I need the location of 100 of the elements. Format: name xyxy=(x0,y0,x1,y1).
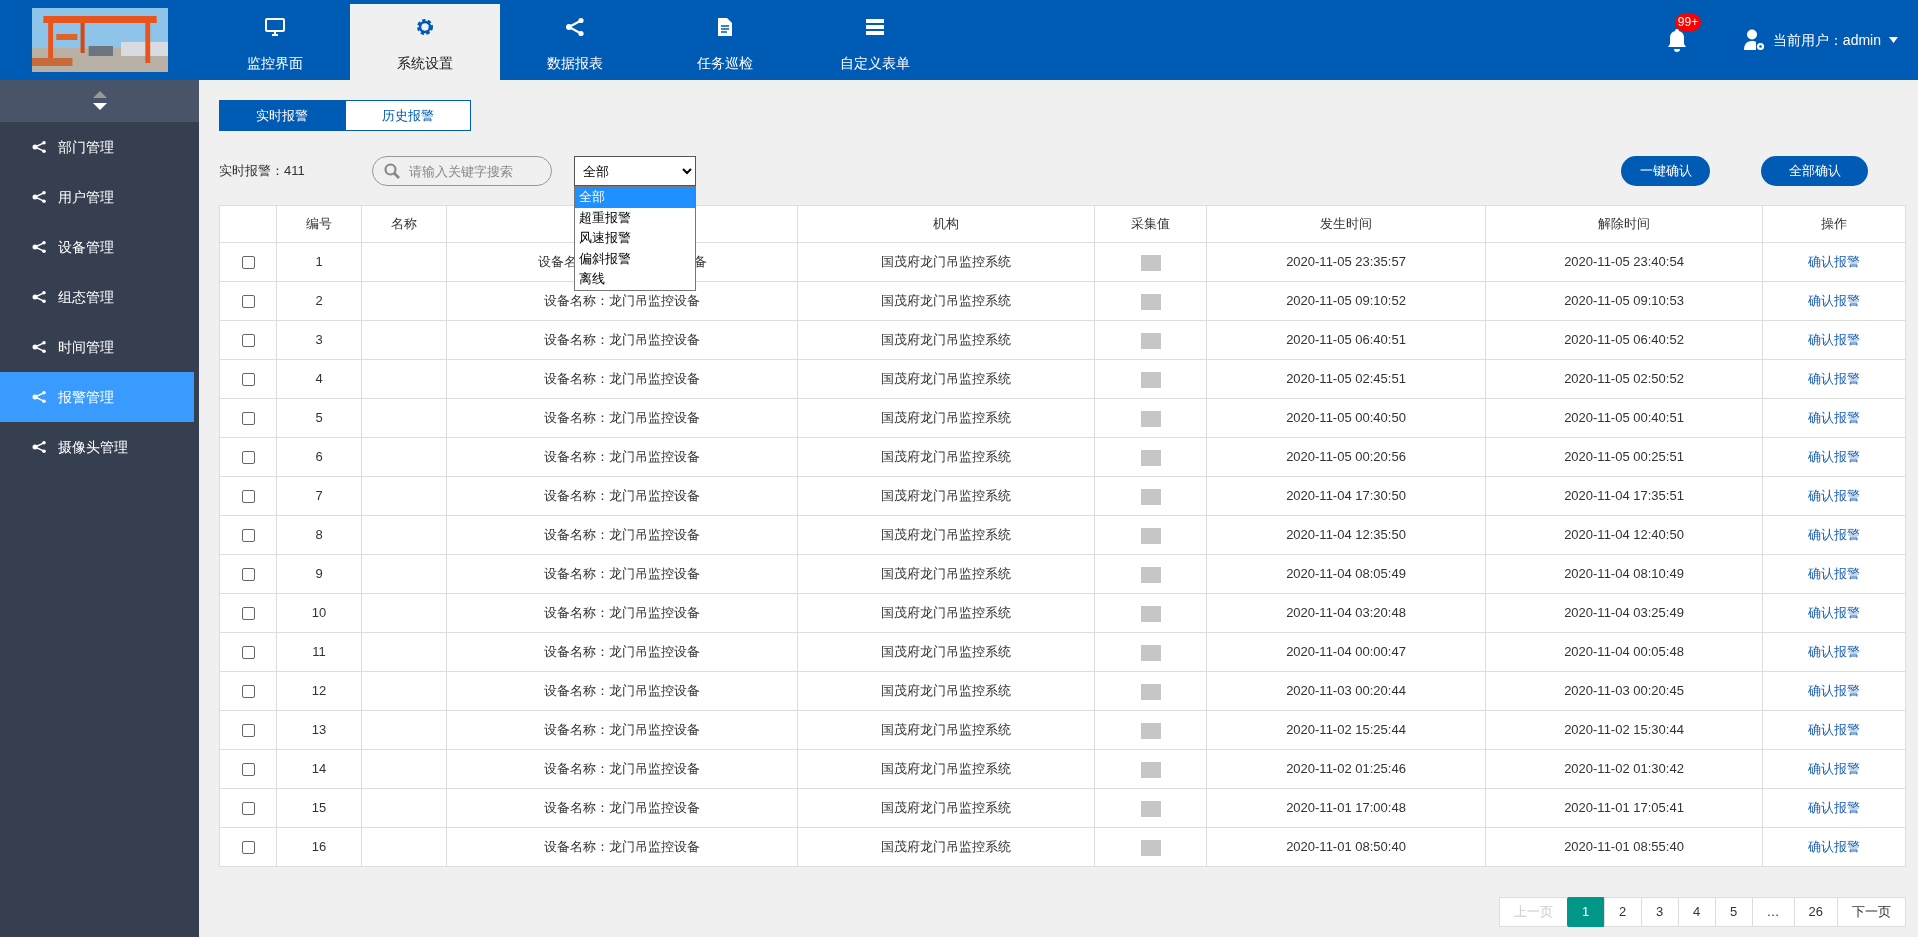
column-header: 采集值 xyxy=(1131,216,1170,232)
current-user[interactable]: 当前用户：admin xyxy=(1772,29,1881,51)
tab[interactable]: 实时报警 xyxy=(219,100,345,131)
confirm-alarm-link[interactable]: 确认报警 xyxy=(1808,644,1860,660)
table-cell: 11 xyxy=(312,644,326,660)
page-button[interactable]: 1 xyxy=(1566,897,1605,927)
page-button[interactable]: 26 xyxy=(1793,897,1838,927)
bell-icon[interactable] xyxy=(1666,28,1687,52)
table-cell: 2020-11-01 17:00:48 xyxy=(1286,800,1406,816)
table-cell: 2020-11-01 08:50:40 xyxy=(1286,839,1406,855)
table-cell: 2020-11-03 00:20:44 xyxy=(1286,683,1406,699)
confirm-alarm-link[interactable]: 确认报警 xyxy=(1808,254,1860,270)
confirm-alarm-link[interactable]: 确认报警 xyxy=(1808,839,1860,855)
row-checkbox[interactable] xyxy=(241,607,255,621)
confirm-button[interactable]: 全部确认 xyxy=(1761,156,1868,186)
search-field[interactable]: 请输入关键字搜索 xyxy=(371,156,552,186)
confirm-alarm-link[interactable]: 确认报警 xyxy=(1808,488,1860,504)
confirm-alarm-link[interactable]: 确认报警 xyxy=(1808,722,1860,738)
table-cell: 2020-11-02 01:30:42 xyxy=(1564,761,1684,777)
table-cell: 2020-11-04 00:00:47 xyxy=(1286,644,1406,660)
confirm-alarm-link[interactable]: 确认报警 xyxy=(1808,410,1860,426)
sidebar-item[interactable]: 组态管理 xyxy=(0,272,194,322)
nav-tab[interactable]: 任务巡检 xyxy=(650,4,800,80)
confirm-alarm-link[interactable]: 确认报警 xyxy=(1808,683,1860,699)
row-checkbox[interactable] xyxy=(241,295,255,309)
table-cell: 2020-11-05 00:40:51 xyxy=(1564,410,1684,426)
redacted-value xyxy=(1140,566,1161,583)
share-icon xyxy=(32,341,46,353)
table-cell: 设备名称：龙门吊监控设备 xyxy=(544,800,700,816)
confirm-alarm-link[interactable]: 确认报警 xyxy=(1808,527,1860,543)
table-cell: 国茂府龙门吊监控系统 xyxy=(881,488,1011,504)
dropdown-option[interactable]: 风速报警 xyxy=(574,228,695,249)
row-checkbox[interactable] xyxy=(241,334,255,348)
table-cell: 9 xyxy=(315,566,323,582)
table-cell: 13 xyxy=(311,722,327,738)
dropdown-option[interactable]: 偏斜报警 xyxy=(574,248,695,269)
row-checkbox[interactable] xyxy=(241,802,255,816)
confirm-alarm-link[interactable]: 确认报警 xyxy=(1808,449,1860,465)
page-button[interactable]: 5 xyxy=(1714,897,1753,927)
table-cell: 设备名称：龙门吊监控设备 xyxy=(544,332,700,348)
column-header: 编号 xyxy=(306,216,332,232)
table-cell: 2020-11-04 17:30:50 xyxy=(1286,488,1406,504)
row-checkbox[interactable] xyxy=(241,685,255,699)
page-button[interactable]: 4 xyxy=(1677,897,1716,927)
table-cell: 12 xyxy=(311,683,327,699)
row-checkbox[interactable] xyxy=(241,841,255,855)
gear-icon xyxy=(415,16,435,37)
row-checkbox[interactable] xyxy=(241,529,255,543)
tab[interactable]: 历史报警 xyxy=(345,100,471,131)
nav-tab[interactable]: 监控界面 xyxy=(200,4,350,80)
table-cell: 设备名称：龙门吊监控设备 xyxy=(544,722,700,738)
table-cell: 国茂府龙门吊监控系统 xyxy=(881,254,1011,270)
page-button[interactable]: 下一页 xyxy=(1837,897,1906,927)
table-cell: 设备名称：龙门吊监控设备 xyxy=(544,293,700,309)
page-button[interactable]: … xyxy=(1751,897,1795,927)
confirm-alarm-link[interactable]: 确认报警 xyxy=(1808,800,1860,816)
confirm-alarm-link[interactable]: 确认报警 xyxy=(1808,293,1860,309)
confirm-alarm-link[interactable]: 确认报警 xyxy=(1808,761,1860,777)
caret-icon[interactable] xyxy=(1889,37,1898,43)
page-button[interactable]: 3 xyxy=(1640,897,1679,927)
dropdown-option[interactable]: 超重报警 xyxy=(574,207,695,228)
nav-tab[interactable]: 数据报表 xyxy=(500,4,650,80)
row-checkbox[interactable] xyxy=(241,373,255,387)
table-cell: 2 xyxy=(315,293,323,309)
table-cell: 2020-11-04 12:40:50 xyxy=(1564,527,1684,543)
sidebar-item[interactable]: 用户管理 xyxy=(0,172,194,222)
alarm-type-select[interactable]: 全部 xyxy=(573,156,696,186)
table-cell: 2020-11-05 06:40:51 xyxy=(1286,332,1406,348)
table-cell: 设备名称：龙门吊监控设备 xyxy=(544,566,700,582)
sidebar-item[interactable]: 设备管理 xyxy=(0,222,194,272)
row-checkbox[interactable] xyxy=(241,763,255,777)
sidebar-item[interactable]: 摄像头管理 xyxy=(0,422,194,472)
redacted-value xyxy=(1140,839,1161,856)
row-checkbox[interactable] xyxy=(241,412,255,426)
page-button[interactable]: 2 xyxy=(1603,897,1642,927)
nav-tab[interactable]: 自定义表单 xyxy=(800,4,950,80)
dropdown-option[interactable]: 离线 xyxy=(574,269,695,290)
confirm-alarm-link[interactable]: 确认报警 xyxy=(1808,605,1860,621)
table-cell: 2020-11-03 00:20:45 xyxy=(1564,683,1684,699)
nav-tab[interactable]: 系统设置 xyxy=(350,4,500,80)
table-cell: 2020-11-04 03:25:49 xyxy=(1564,605,1684,621)
confirm-alarm-link[interactable]: 确认报警 xyxy=(1808,332,1860,348)
row-checkbox[interactable] xyxy=(241,451,255,465)
row-checkbox[interactable] xyxy=(241,256,255,270)
sidebar-item[interactable]: 时间管理 xyxy=(0,322,194,372)
row-checkbox[interactable] xyxy=(241,724,255,738)
collapse-toggle-icon[interactable] xyxy=(92,91,107,111)
column-header: 操作 xyxy=(1821,216,1847,232)
table-cell: 2020-11-04 00:05:48 xyxy=(1564,644,1684,660)
row-checkbox[interactable] xyxy=(241,646,255,660)
row-checkbox[interactable] xyxy=(241,568,255,582)
table-cell: 2020-11-04 12:35:50 xyxy=(1286,527,1406,543)
table-cell: 3 xyxy=(315,332,323,348)
sidebar-item[interactable]: 部门管理 xyxy=(0,122,194,172)
row-checkbox[interactable] xyxy=(241,490,255,504)
confirm-alarm-link[interactable]: 确认报警 xyxy=(1808,566,1860,582)
table-cell: 2020-11-05 09:10:52 xyxy=(1286,293,1406,309)
confirm-button[interactable]: 一键确认 xyxy=(1621,156,1710,186)
table-cell: 2020-11-02 15:30:44 xyxy=(1564,722,1684,738)
confirm-alarm-link[interactable]: 确认报警 xyxy=(1808,371,1860,387)
